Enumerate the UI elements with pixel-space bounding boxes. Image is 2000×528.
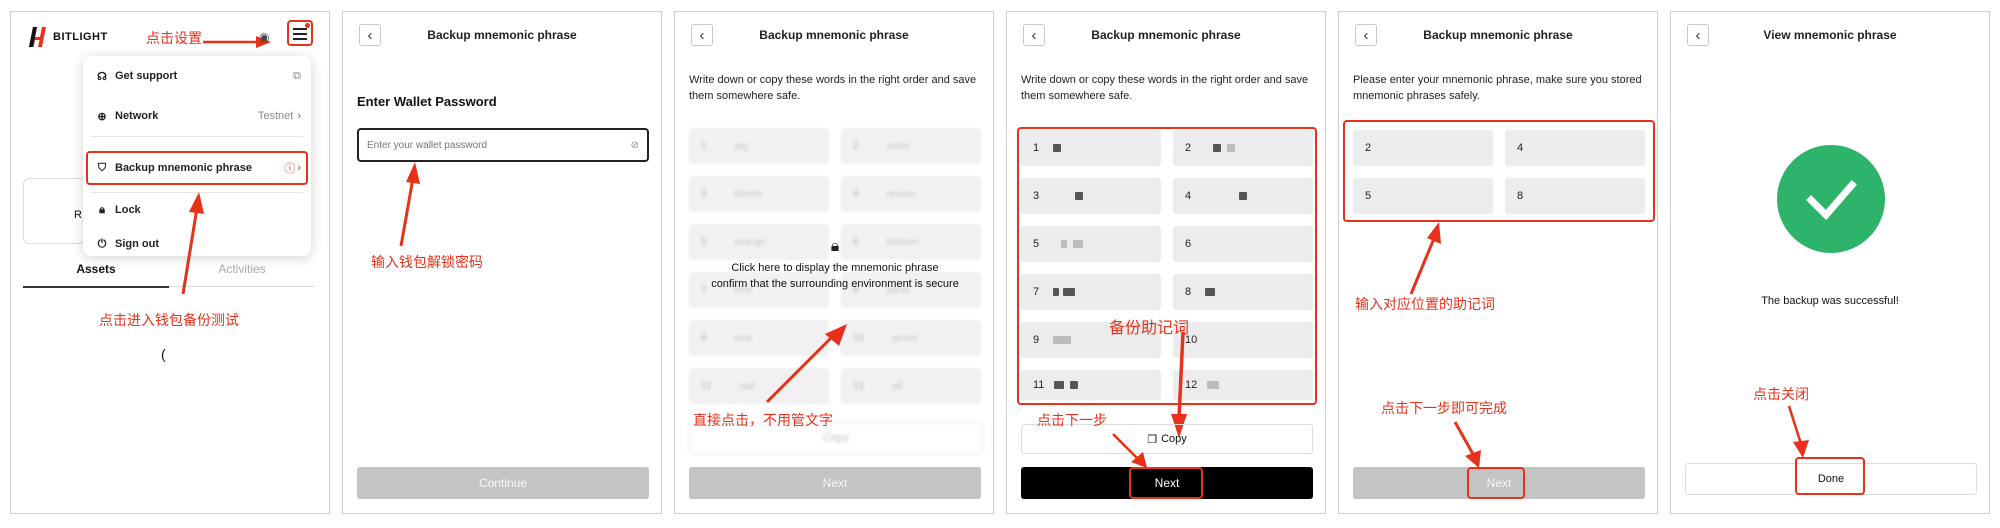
menu-label-lock: Lock [115, 204, 141, 216]
menu-label-network: Network [115, 110, 159, 122]
menu-item-get-support[interactable]: ☊ Get support ⧉ [95, 66, 301, 86]
header: ‹ Backup mnemonic phrase [343, 12, 661, 60]
annotation-arrow-next [1112, 433, 1147, 468]
menu-button[interactable] [293, 23, 310, 40]
page-title: Backup mnemonic phrase [1423, 28, 1573, 42]
instructions: Please enter your mnemonic phrase, make … [1353, 74, 1642, 102]
annotation-arrow-backup [181, 192, 204, 295]
panel-hidden-mnemonic: ‹ Backup mnemonic phrase Write down or c… [674, 11, 994, 514]
tab-assets-label: Assets [76, 262, 116, 276]
annotation-settings: 点击设置 [146, 30, 202, 46]
page-title: View mnemonic phrase [1763, 28, 1897, 42]
annotation-arrow-finish [1453, 421, 1481, 468]
panel-enter-password: ‹ Backup mnemonic phrase Enter Wallet Pa… [342, 11, 662, 514]
annotation-close: 点击关闭 [1753, 386, 1809, 402]
balance-card: R [23, 178, 85, 244]
headset-icon: ☊ [97, 70, 107, 83]
card-partial-text: R [74, 209, 82, 221]
verify-word-input[interactable]: 5 [1353, 178, 1493, 214]
annotation-backup: 点击进入钱包备份测试 [99, 312, 239, 328]
menu-label-backup: Backup mnemonic phrase [115, 162, 252, 174]
reveal-text-line1: Click here to display the mnemonic phras… [731, 262, 939, 274]
chevron-right-icon: › [297, 162, 301, 174]
success-message: The backup was successful! [1761, 295, 1899, 307]
continue-button[interactable]: Continue [357, 467, 649, 499]
notification-dot [305, 23, 310, 28]
annotation-next: 点击下一步 [1037, 412, 1107, 428]
success-check-icon [1777, 145, 1885, 253]
annotation-enter-words: 输入对应位置的助记词 [1355, 296, 1495, 312]
page-title: Backup mnemonic phrase [427, 28, 577, 42]
mnemonic-word-cell: 2 [1173, 130, 1313, 166]
logo-text: BITLIGHT [53, 31, 108, 43]
mnemonic-word-cell: 5 [1021, 226, 1161, 262]
reveal-overlay[interactable]: 🔒︎ Click here to display the mnemonic ph… [689, 238, 981, 292]
done-button-highlight [1795, 457, 1865, 495]
menu-item-network[interactable]: ⊕ Network Testnet › [95, 106, 301, 126]
annotation-password: 输入钱包解锁密码 [371, 254, 483, 270]
header: ‹ Backup mnemonic phrase [1339, 12, 1657, 60]
warning-icon: ⓘ [284, 163, 296, 175]
lock-icon: 🔒︎ [99, 203, 105, 216]
mnemonic-word-cell: 1 [1021, 130, 1161, 166]
instructions: Write down or copy these words in the ri… [1021, 74, 1309, 102]
mnemonic-word-cell: 7 [1021, 274, 1161, 310]
reveal-text-line2: confirm that the surrounding environment… [711, 278, 959, 290]
shield-icon: ⛉ [97, 161, 107, 174]
mnemonic-word-cell: 4 [1173, 178, 1313, 214]
mnemonic-word-cell: 6 [1173, 226, 1313, 262]
loading-spinner: ( [161, 346, 166, 362]
blurred-word-cell: 3 bench [689, 176, 829, 212]
blurred-word-cell: 12 all [841, 368, 981, 404]
bitlight-logo-icon [29, 27, 46, 47]
power-icon: ⏻ [97, 237, 107, 250]
network-value: Testnet [257, 110, 294, 122]
panel-verify-mnemonic: ‹ Backup mnemonic phrase Please enter yo… [1338, 11, 1658, 514]
bitlight-logo: BITLIGHT [27, 25, 108, 49]
menu-divider [91, 136, 303, 137]
globe-icon: ⊕ [97, 110, 107, 123]
next-button-highlight [1467, 467, 1525, 499]
header: ‹ View mnemonic phrase [1671, 12, 1989, 60]
annotation-arrow-fields [1409, 222, 1441, 295]
annotation-arrow-password [399, 162, 420, 247]
password-input[interactable] [365, 138, 619, 152]
mnemonic-word-cell: 3 [1021, 178, 1161, 214]
mnemonic-word-cell: 11 [1021, 370, 1161, 400]
password-heading: Enter Wallet Password [357, 94, 497, 109]
annotation-finish: 点击下一步即可完成 [1381, 400, 1507, 416]
blurred-word-cell: 2 smile [841, 128, 981, 164]
verify-word-input[interactable]: 4 [1505, 130, 1645, 166]
chevron-right-icon: › [297, 110, 301, 122]
lock-icon: 🔒︎ [830, 238, 840, 255]
next-button[interactable]: Next [689, 467, 981, 499]
annotation-arrow-reveal [765, 324, 847, 404]
eye-icon[interactable]: ◉ [259, 30, 269, 44]
password-field[interactable]: ⊘ [357, 128, 649, 162]
annotation-reveal: 直接点击，不用管文字 [693, 412, 833, 428]
copy-label: Copy [1161, 433, 1187, 445]
panel-backup-success: ‹ View mnemonic phrase The backup was su… [1670, 11, 1990, 514]
panel-wallet-home: BITLIGHT 点击设置 ◉ R Assets Activities ( ☊ … [10, 11, 330, 514]
page-title: Backup mnemonic phrase [1091, 28, 1241, 42]
next-button-highlight [1129, 467, 1203, 499]
menu-label-get-support: Get support [115, 70, 178, 82]
blurred-word-cell: 10 amen [841, 320, 981, 356]
tab-assets[interactable]: Assets [23, 260, 169, 288]
menu-item-backup[interactable]: ⛉ Backup mnemonic phrase ⓘ › [95, 158, 301, 178]
annotation-arrow-close [1787, 405, 1809, 458]
menu-label-sign-out: Sign out [115, 238, 159, 250]
eye-slash-icon[interactable]: ⊘ [631, 140, 639, 151]
external-link-icon: ⧉ [293, 69, 301, 82]
panel-show-mnemonic: ‹ Backup mnemonic phrase Write down or c… [1006, 11, 1326, 514]
mnemonic-word-cell: 8 [1173, 274, 1313, 310]
verify-word-input[interactable]: 2 [1353, 130, 1493, 166]
blurred-word-cell: 4 review [841, 176, 981, 212]
tab-activities-label: Activities [218, 262, 266, 276]
header: ‹ Backup mnemonic phrase [1007, 12, 1325, 60]
verify-word-input[interactable]: 8 [1505, 178, 1645, 214]
blurred-word-cell: 1 pig [689, 128, 829, 164]
